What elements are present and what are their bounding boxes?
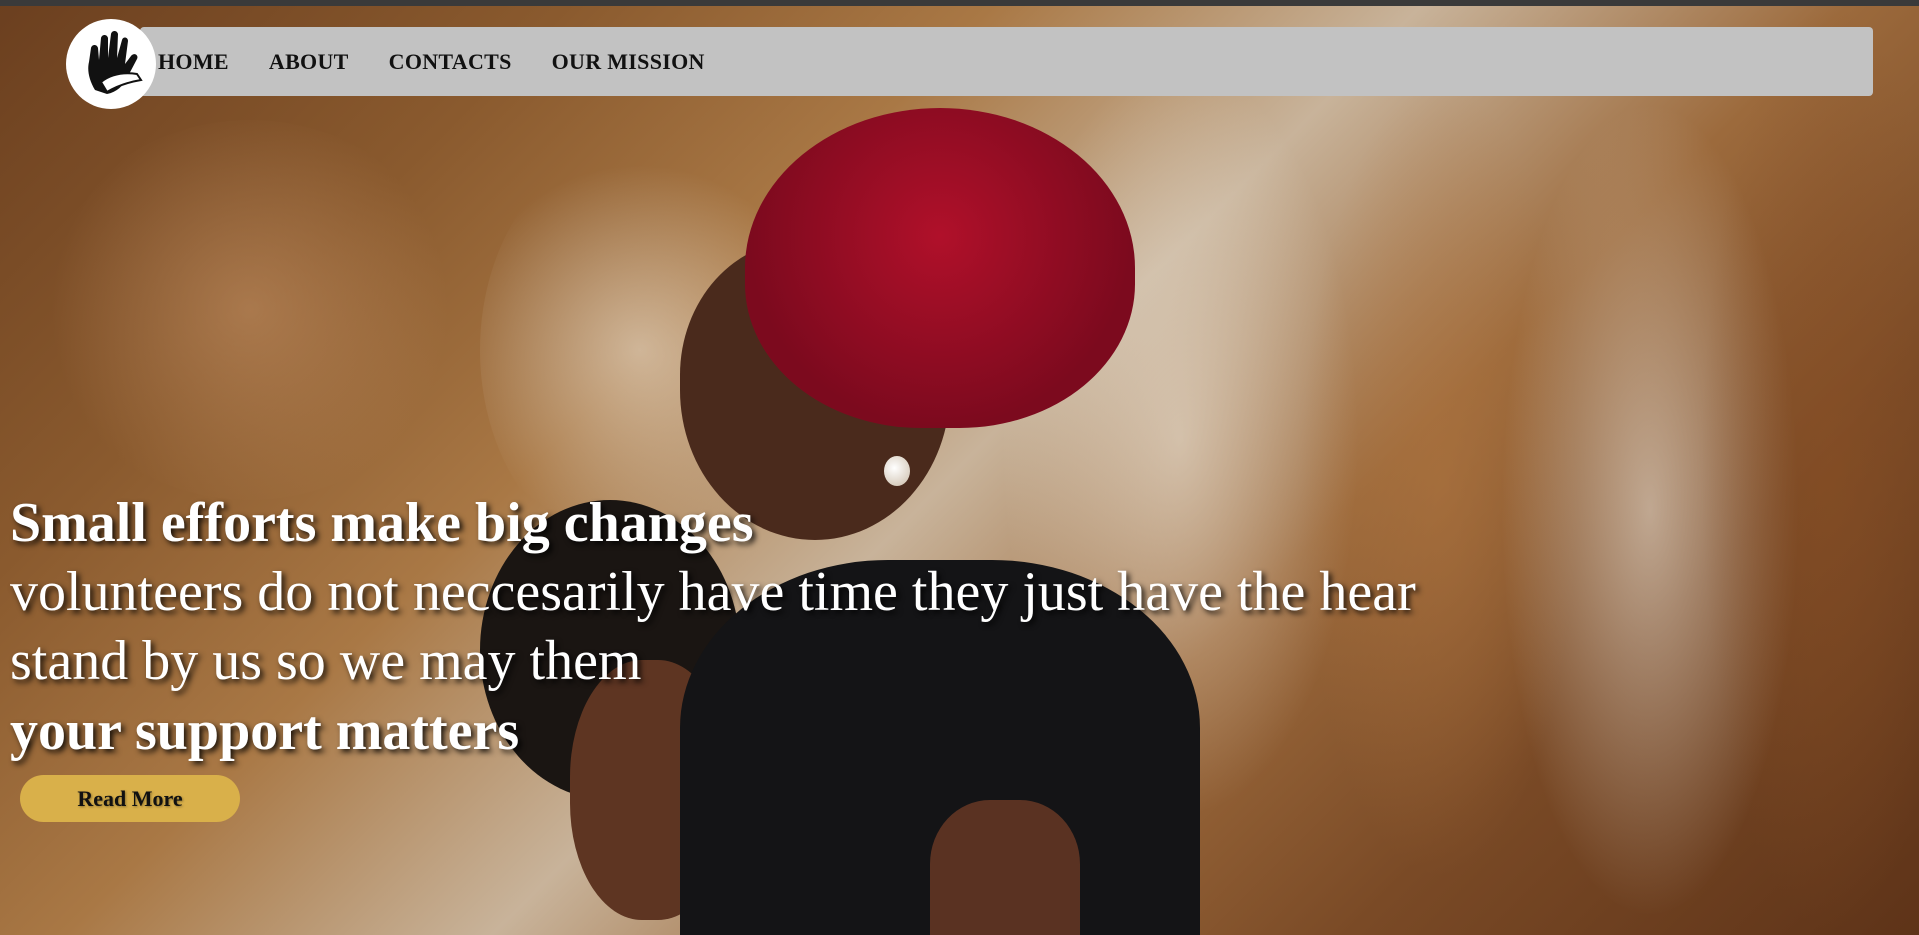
background-texture: [40, 120, 460, 500]
hero-photo-earring: [884, 456, 910, 486]
hero-photo-woman-hair: [745, 108, 1135, 428]
hero-headline: Small efforts make big changes: [10, 492, 754, 554]
nav-contacts-link[interactable]: CONTACTS: [389, 49, 512, 75]
nav-home-link[interactable]: HOME: [158, 49, 229, 75]
hero-subline-2: stand by us so we may them: [10, 630, 642, 692]
raised-hand-logo-icon[interactable]: [66, 19, 156, 109]
read-more-button[interactable]: Read More: [20, 775, 240, 822]
hero-section: HOME ABOUT CONTACTS OUR MISSION Small ef…: [0, 0, 1919, 935]
nav-our-mission-link[interactable]: OUR MISSION: [552, 49, 705, 75]
hero-tagline: your support matters: [10, 700, 520, 762]
hero-subline-1: volunteers do not neccesarily have time …: [10, 561, 1416, 623]
raised-hand-icon: [88, 31, 143, 94]
nav-about-link[interactable]: ABOUT: [269, 49, 349, 75]
hero-photo-hand: [930, 800, 1080, 935]
main-nav: HOME ABOUT CONTACTS OUR MISSION: [158, 27, 745, 96]
top-border: [0, 0, 1919, 6]
hero-text-block: Small efforts make big changes volunteer…: [10, 488, 1416, 766]
